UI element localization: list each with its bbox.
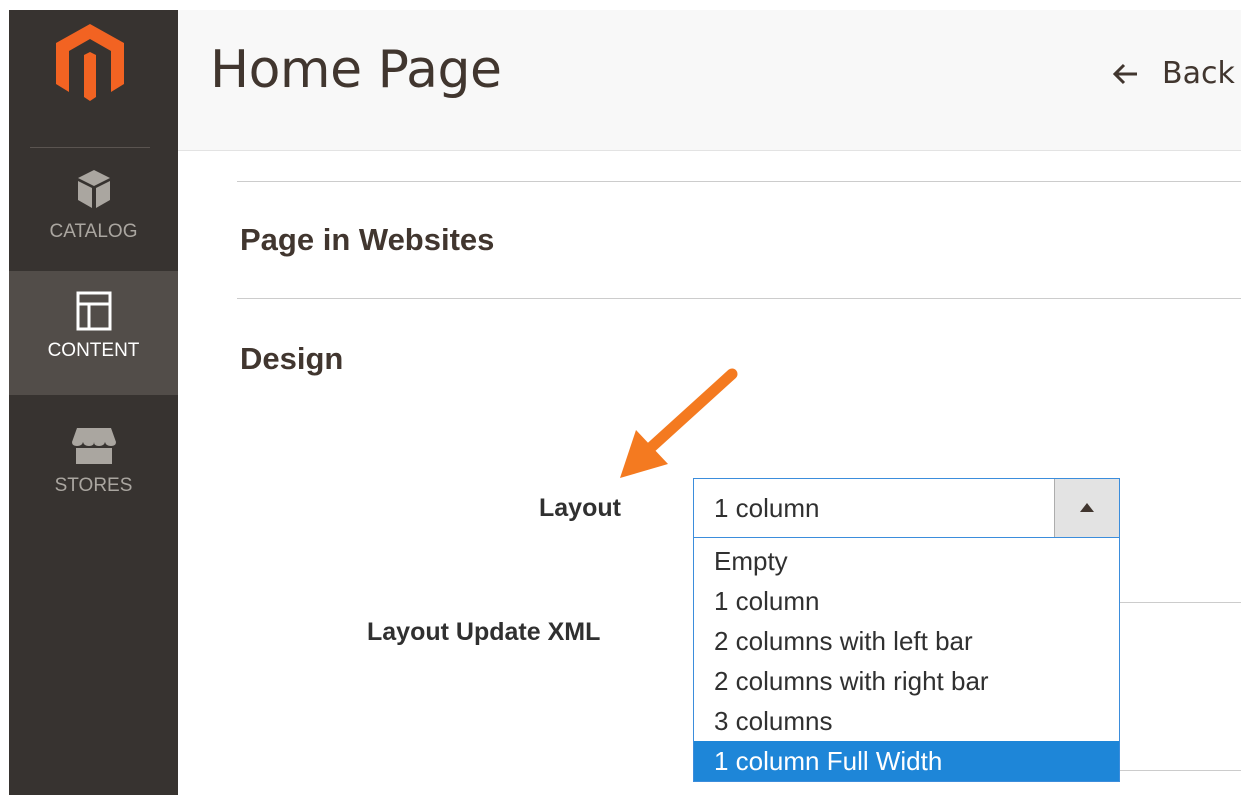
layout-options-list: Empty 1 column 2 columns with left bar 2…	[693, 538, 1120, 782]
layout-option[interactable]: 2 columns with right bar	[694, 661, 1119, 701]
top-margin	[0, 0, 1241, 10]
sidebar-item-catalog[interactable]: CATALOG	[9, 168, 178, 268]
layout-option[interactable]: 1 column	[694, 581, 1119, 621]
orange-pointer-arrow-icon	[600, 360, 740, 489]
sidebar-divider	[30, 147, 150, 148]
section-divider	[237, 298, 1241, 299]
sidebar-item-label: CATALOG	[49, 221, 138, 242]
layout-option[interactable]: 2 columns with left bar	[694, 621, 1119, 661]
layout-option[interactable]: 3 columns	[694, 701, 1119, 741]
section-title-websites[interactable]: Page in Websites	[240, 222, 494, 258]
layout-label: Layout	[539, 494, 621, 522]
layout-option[interactable]: Empty	[694, 541, 1119, 581]
xml-field-border	[1120, 770, 1241, 771]
content-layout-icon	[9, 291, 178, 336]
layout-option-highlighted[interactable]: 1 column Full Width	[694, 741, 1119, 781]
sidebar-item-label: CONTENT	[47, 340, 140, 361]
sidebar-item-stores[interactable]: STORES	[9, 418, 178, 518]
caret-up-icon	[1080, 503, 1094, 512]
left-margin	[0, 10, 9, 795]
section-title-design[interactable]: Design	[240, 341, 343, 377]
stores-awning-icon	[9, 426, 178, 471]
page-title: Home Page	[210, 40, 502, 100]
catalog-box-icon	[9, 168, 178, 217]
arrow-left-icon	[1112, 56, 1138, 91]
back-button[interactable]: Back	[1112, 56, 1235, 91]
select-toggle-button[interactable]	[1054, 479, 1119, 537]
layout-update-xml-label: Layout Update XML	[367, 618, 601, 646]
magento-logo-icon[interactable]	[53, 22, 127, 104]
back-button-label: Back	[1162, 56, 1235, 91]
layout-select[interactable]: 1 column	[693, 478, 1120, 538]
xml-field-border	[1120, 602, 1241, 603]
app-frame: CATALOG CONTENT STORES Home Page Back Pa…	[0, 0, 1241, 795]
section-divider	[237, 181, 1241, 182]
sidebar-item-label: STORES	[54, 475, 133, 496]
sidebar-item-content[interactable]: CONTENT	[9, 271, 178, 395]
layout-select-value: 1 column	[714, 493, 820, 523]
admin-sidebar	[9, 10, 178, 795]
